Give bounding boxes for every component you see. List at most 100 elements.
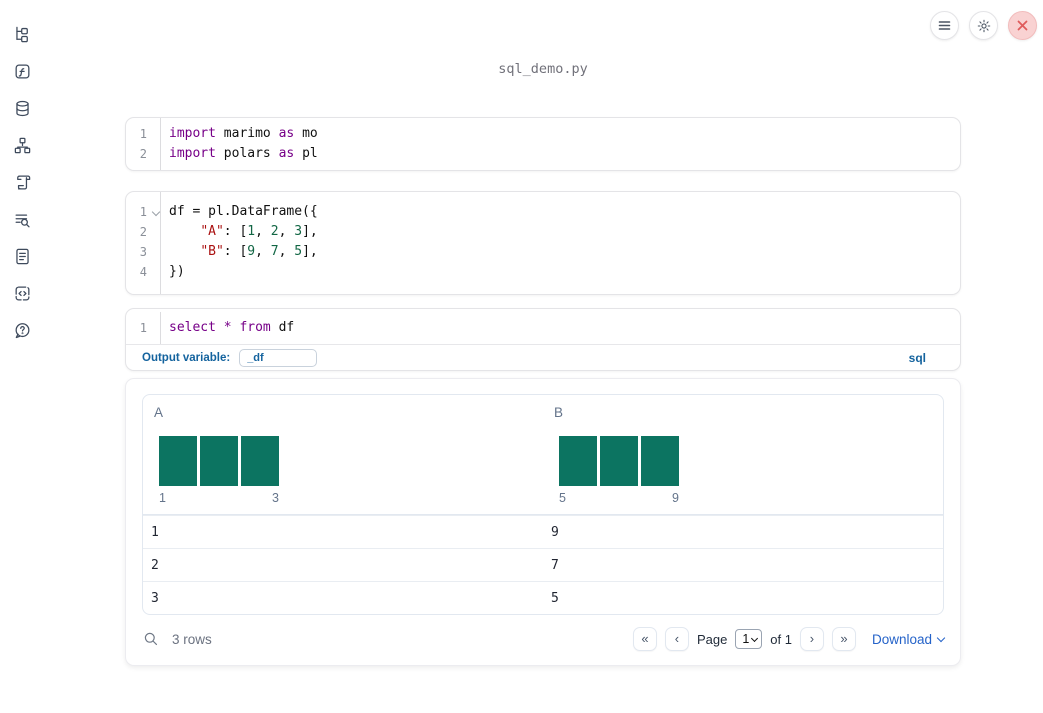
output-variable-input[interactable] — [239, 348, 318, 367]
string-token: "B" — [200, 244, 224, 259]
code-token: , — [255, 244, 271, 259]
scroll-icon[interactable] — [12, 172, 32, 192]
code-line: "B": [9, 7, 5], — [169, 242, 960, 262]
page-label: Page — [696, 631, 728, 647]
cell-value: 9 — [551, 524, 559, 540]
number-token: 1 — [247, 224, 256, 239]
code-editor[interactable]: df = pl.DataFrame({ "A": [1, 2, 3], "B":… — [161, 192, 960, 294]
code-token: , — [255, 224, 271, 239]
code-editor[interactable]: import marimo as mo import polars as pl — [161, 118, 960, 170]
search-button[interactable] — [142, 630, 160, 648]
cell-output-panel: A 1 3 B 5 9 1 9 2 7 3 5 3 rows « ‹ Page … — [125, 378, 961, 666]
cell-value: 5 — [551, 590, 559, 606]
sql-editor[interactable]: select * from df — [161, 312, 960, 344]
file-tree-icon[interactable] — [12, 24, 32, 44]
row-count: 3 rows — [172, 631, 212, 647]
code-token: ], — [302, 244, 318, 259]
number-token: 7 — [270, 244, 279, 259]
code-token: pl — [294, 146, 318, 161]
code-token: , — [278, 224, 295, 239]
number-token: 5 — [294, 244, 303, 259]
menu-button[interactable] — [930, 11, 959, 40]
code-line: import polars as pl — [169, 144, 960, 164]
table-row[interactable]: 2 7 — [143, 548, 943, 581]
line-number: 1 — [126, 202, 161, 222]
line-number: 2 — [139, 225, 147, 239]
prev-page-button[interactable]: ‹ — [664, 627, 689, 651]
code-cell-dataframe[interactable]: 1 2 3 4 df = pl.DataFrame({ "A": [1, 2, … — [125, 191, 961, 295]
keyword-token: import — [169, 126, 216, 141]
line-number: 2 — [139, 147, 147, 161]
code-token: , — [278, 244, 295, 259]
line-number-gutter: 1 — [126, 312, 161, 344]
axis-max-label: 9 — [672, 491, 679, 505]
axis-min-label: 5 — [559, 491, 566, 505]
sql-cell-footer: Output variable: sql — [126, 345, 960, 370]
cell-value: 1 — [151, 524, 159, 540]
code-token: df = pl.DataFrame({ — [169, 204, 318, 219]
keyword-token: as — [278, 126, 295, 141]
code-token: mo — [294, 126, 318, 141]
number-token: 9 — [247, 244, 256, 259]
settings-button[interactable] — [969, 11, 998, 40]
table-row[interactable]: 1 9 — [143, 515, 943, 548]
keyword-token: import — [169, 146, 216, 161]
table-footer: 3 rows « ‹ Page 1 of 1 › » Download — [142, 624, 946, 654]
function-icon[interactable] — [12, 61, 32, 81]
code-line: "A": [1, 2, 3], — [169, 222, 960, 242]
number-token: 2 — [270, 224, 279, 239]
document-icon[interactable] — [12, 246, 32, 266]
line-number-gutter: 1 2 3 4 — [126, 192, 161, 294]
code-token: df — [270, 320, 295, 335]
code-cell-imports[interactable]: 1 2 import marimo as mo import polars as… — [125, 117, 961, 171]
column-header-b[interactable]: B 5 9 — [543, 395, 943, 514]
table-row[interactable]: 3 5 — [143, 581, 943, 614]
keyword-token: from — [239, 320, 271, 335]
search-list-icon[interactable] — [12, 209, 32, 229]
dependency-graph-icon[interactable] — [12, 135, 32, 155]
first-page-button[interactable]: « — [632, 627, 657, 651]
sql-cell[interactable]: 1 select * from df Output variable: sql — [125, 308, 961, 371]
shutdown-button[interactable] — [1008, 11, 1037, 40]
database-icon[interactable] — [12, 98, 32, 118]
next-page-button[interactable]: › — [799, 627, 824, 651]
search-icon — [144, 632, 158, 646]
column-a-histogram: 1 3 — [159, 436, 543, 505]
hamburger-menu-icon — [938, 21, 951, 30]
chevron-down-icon — [936, 633, 946, 642]
fold-chevron-icon[interactable] — [151, 207, 161, 217]
histogram-axis: 5 9 — [559, 491, 679, 505]
code-token: : [ — [223, 224, 248, 239]
last-page-button[interactable]: » — [831, 627, 856, 651]
cell-value: 7 — [551, 557, 559, 573]
help-icon[interactable] — [12, 320, 32, 340]
operator-token: * — [223, 320, 232, 335]
dataframe-table: A 1 3 B 5 9 1 9 2 7 3 5 — [142, 394, 944, 615]
axis-min-label: 1 — [159, 491, 166, 505]
number-token: 3 — [294, 224, 303, 239]
page-number-select[interactable]: 1 — [735, 629, 763, 649]
download-button[interactable]: Download — [872, 632, 946, 647]
code-line: }) — [169, 262, 960, 282]
table-header: A 1 3 B 5 9 — [143, 395, 943, 515]
snippets-icon[interactable] — [12, 283, 32, 303]
line-number: 4 — [139, 265, 147, 279]
code-line: import marimo as mo — [169, 124, 960, 144]
notebook-filename: sql_demo.py — [498, 61, 588, 77]
column-header-a[interactable]: A 1 3 — [143, 395, 543, 514]
histogram-axis: 1 3 — [159, 491, 279, 505]
line-number-gutter: 1 2 — [126, 118, 161, 170]
code-token: marimo — [215, 126, 279, 141]
left-sidebar — [0, 0, 44, 713]
code-line: select * from df — [169, 318, 960, 338]
histogram-bars — [159, 436, 543, 486]
code-token: ], — [302, 224, 318, 239]
close-x-icon — [1017, 20, 1028, 31]
pagination: « ‹ Page 1 of 1 › » Download — [632, 627, 946, 651]
code-line: df = pl.DataFrame({ — [169, 202, 960, 222]
line-number: 1 — [139, 127, 147, 141]
cell-value: 2 — [151, 557, 159, 573]
line-number: 1 — [139, 321, 147, 335]
